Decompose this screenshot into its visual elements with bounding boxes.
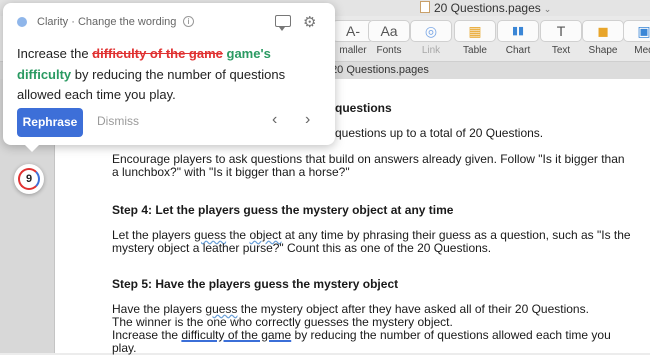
suggestion-count-badge[interactable]: 9 [14,164,44,194]
pages-document-icon [420,1,430,13]
suggestion-underline[interactable]: guess [194,228,226,242]
link-icon: ◎ [410,20,452,42]
document-title[interactable]: 20 Questions.pages ⌄ [420,1,551,15]
suggestion-header: Clarity · Change the wording [37,16,177,28]
doc-heading-fragment: questions [335,101,392,115]
table-icon: ▦ [454,20,496,42]
chevron-down-icon[interactable]: ⌄ [544,4,552,14]
suggestion-underline[interactable]: guess [205,302,237,316]
suggestion-underline[interactable]: object [249,228,281,242]
doc-paragraph-line: Have the players guess the mystery objec… [112,302,589,316]
info-icon[interactable]: i [183,16,194,27]
media-icon: ▣ [623,20,650,42]
doc-paragraph-line: Let the players guess the object at any … [112,228,631,242]
media-button[interactable]: ▣ Med [617,20,650,56]
next-suggestion-icon[interactable]: › [305,111,310,129]
doc-paragraph-line: The winner is the one who correctly gues… [112,315,453,329]
doc-paragraph-line: Increase the difficulty of the game by r… [112,328,611,342]
doc-paragraph-line: a lunchbox?" with "Is it bigger than a h… [112,165,350,179]
dismiss-button[interactable]: Dismiss [97,114,139,128]
previous-suggestion-icon[interactable]: ‹ [272,111,277,129]
gear-icon[interactable]: ⚙ [303,13,316,31]
doc-paragraph-line: Encourage players to ask questions that … [112,152,625,166]
chart-icon: ▮▮ [497,20,539,42]
suggestion-text: Increase the difficulty of the game game… [17,46,286,102]
step4-heading: Step 4: Let the players guess the myster… [112,203,454,217]
suggestion-count: 9 [18,168,40,190]
deleted-text: difficulty of the game [92,46,223,61]
feedback-icon[interactable] [275,15,291,31]
popup-tail [25,145,39,152]
rephrase-button[interactable]: Rephrase [17,108,83,137]
clarity-suggestion-card: Clarity · Change the wording i ⚙ Increas… [3,3,335,152]
doc-line-fragment: questions up to a total of 20 Questions. [335,126,544,140]
highlighted-suggestion[interactable]: difficulty of the game [181,328,291,342]
step5-heading: Step 5: Have the players guess the myste… [112,277,399,291]
doc-paragraph-line: mystery object a leather purse?" Count t… [112,241,492,255]
